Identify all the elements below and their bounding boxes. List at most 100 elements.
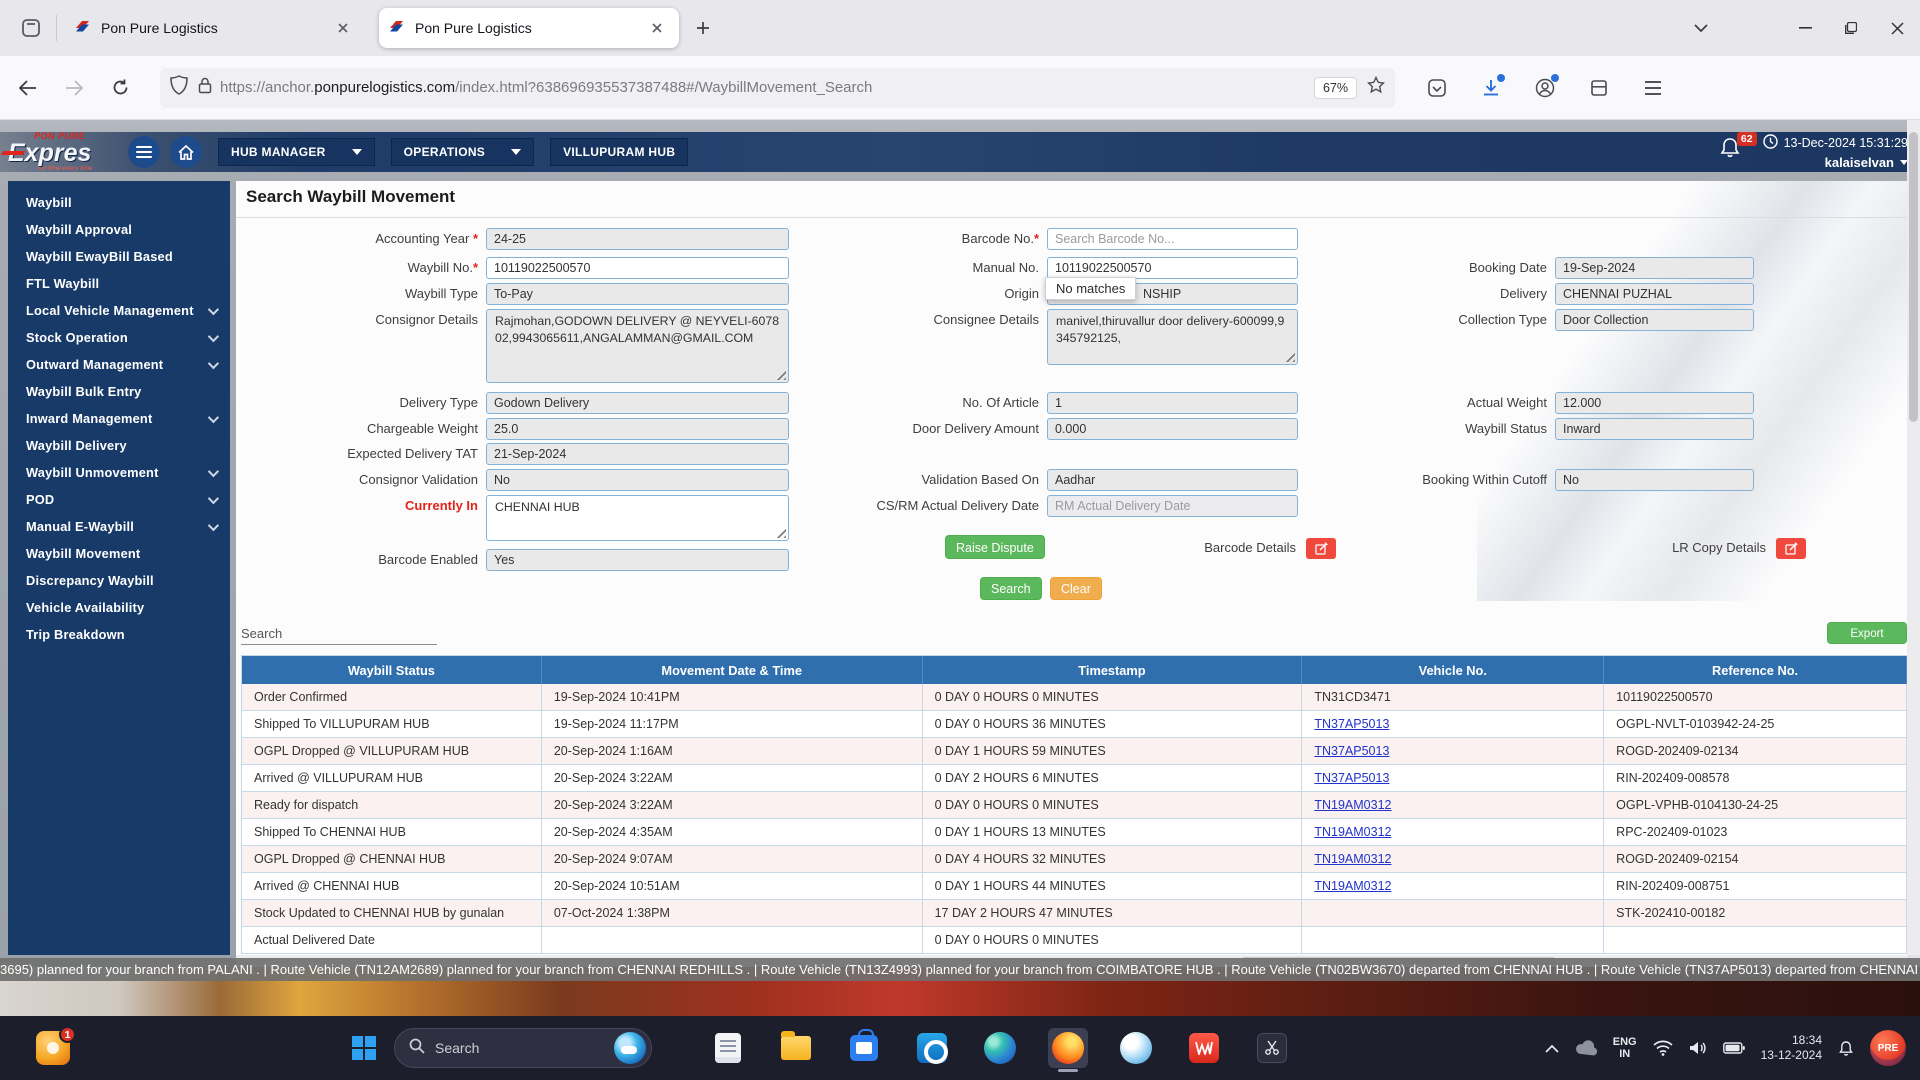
sidebar-item-ftl-waybill[interactable]: FTL Waybill xyxy=(8,270,230,297)
vehicle-link[interactable]: TN37AP5013 xyxy=(1314,771,1389,785)
taskbar-clock[interactable]: 18:3413-12-2024 xyxy=(1761,1033,1822,1063)
lock-icon[interactable] xyxy=(198,76,212,99)
chevron-down-icon[interactable] xyxy=(1684,11,1718,45)
waybill-type-field[interactable]: To-Pay xyxy=(486,283,789,305)
chargeable-weight-field[interactable]: 25.0 xyxy=(486,418,789,440)
resize-grip-icon[interactable] xyxy=(773,367,786,380)
collection-type-field[interactable]: Door Collection xyxy=(1555,309,1754,331)
taskbar-search[interactable]: Search xyxy=(394,1028,652,1068)
tab-1[interactable]: Pon Pure Logistics xyxy=(65,8,365,48)
home-icon[interactable] xyxy=(170,136,202,168)
resize-grip-icon[interactable] xyxy=(773,525,786,538)
resize-grip-icon[interactable] xyxy=(1282,349,1295,362)
raise-dispute-button[interactable]: Raise Dispute xyxy=(945,535,1045,559)
sidebar-item-waybill[interactable]: Waybill xyxy=(8,189,230,216)
sidebar-item-discrepancy-waybill[interactable]: Discrepancy Waybill xyxy=(8,567,230,594)
vertical-scrollbar[interactable] xyxy=(1907,120,1920,955)
waybill-status-field[interactable]: Inward xyxy=(1555,418,1754,440)
module-dropdown[interactable]: OPERATIONS xyxy=(391,138,534,166)
actual-weight-field[interactable]: 12.000 xyxy=(1555,392,1754,414)
account-icon[interactable] xyxy=(1529,72,1561,104)
sidebar-item-local-vehicle-management[interactable]: Local Vehicle Management xyxy=(8,297,230,324)
taskbar-app-file-explorer[interactable] xyxy=(776,1028,816,1068)
sidebar-item-pod[interactable]: POD xyxy=(8,486,230,513)
delivery-field[interactable]: CHENNAI PUZHAL xyxy=(1555,283,1754,305)
sidebar-item-waybill-movement[interactable]: Waybill Movement xyxy=(8,540,230,567)
taskbar-app-browser[interactable] xyxy=(1116,1028,1156,1068)
sidebar-item-trip-breakdown[interactable]: Trip Breakdown xyxy=(8,621,230,648)
clear-button[interactable]: Clear xyxy=(1050,577,1102,600)
sidebar-item-vehicle-availability[interactable]: Vehicle Availability xyxy=(8,594,230,621)
booking-date-field[interactable]: 19-Sep-2024 xyxy=(1555,257,1754,279)
booking-within-cutoff-field[interactable]: No xyxy=(1555,469,1754,491)
download-icon[interactable] xyxy=(1475,72,1507,104)
star-icon[interactable] xyxy=(1367,76,1385,99)
role-dropdown[interactable]: HUB MANAGER xyxy=(218,138,375,166)
pre-status-badge[interactable]: PRE xyxy=(1870,1030,1906,1066)
barcode-no-input[interactable] xyxy=(1047,228,1298,250)
shield-icon[interactable] xyxy=(170,75,188,100)
notifications-bell[interactable]: 62 xyxy=(1719,136,1749,168)
sidebar-item-manual-e-waybill[interactable]: Manual E-Waybill xyxy=(8,513,230,540)
consignee-details-textarea[interactable]: manivel,thiruvallur door delivery-600099… xyxy=(1047,309,1298,365)
delivery-type-field[interactable]: Godown Delivery xyxy=(486,392,789,414)
zoom-indicator[interactable]: 67% xyxy=(1314,77,1357,99)
table-search-input[interactable] xyxy=(241,623,437,645)
taskbar-app-wps[interactable] xyxy=(1184,1028,1224,1068)
chevron-up-icon[interactable] xyxy=(1545,1044,1559,1053)
hamburger-icon[interactable] xyxy=(128,136,160,168)
accounting-year-field[interactable]: 24-25 xyxy=(486,228,789,250)
waybill-no-input[interactable] xyxy=(486,257,789,279)
reload-icon[interactable] xyxy=(102,70,138,106)
csrm-actual-delivery-date-input[interactable] xyxy=(1047,495,1298,517)
sidebar-item-waybill-approval[interactable]: Waybill Approval xyxy=(8,216,230,243)
cloud-icon[interactable] xyxy=(1575,1040,1597,1056)
notification-app-icon[interactable]: 1 xyxy=(36,1031,70,1065)
export-excel-button[interactable]: Export Excel xyxy=(1827,622,1907,644)
search-button[interactable]: Search xyxy=(980,577,1042,600)
forward-icon[interactable] xyxy=(56,70,92,106)
minimize-icon[interactable] xyxy=(1782,8,1828,48)
sidebar-item-stock-operation[interactable]: Stock Operation xyxy=(8,324,230,351)
close-icon[interactable] xyxy=(331,16,355,40)
manual-no-input[interactable] xyxy=(1047,257,1298,279)
validation-based-on-field[interactable]: Aadhar xyxy=(1047,469,1298,491)
vehicle-link[interactable]: TN37AP5013 xyxy=(1314,744,1389,758)
door-delivery-amount-field[interactable]: 0.000 xyxy=(1047,418,1298,440)
extension-icon[interactable] xyxy=(1583,72,1615,104)
vehicle-link[interactable]: TN37AP5013 xyxy=(1314,717,1389,731)
pocket-icon[interactable] xyxy=(1421,72,1453,104)
sidebar-item-waybill-delivery[interactable]: Waybill Delivery xyxy=(8,432,230,459)
taskbar-app-firefox-active[interactable] xyxy=(1048,1028,1088,1068)
vehicle-link[interactable]: TN19AM0312 xyxy=(1314,798,1391,812)
vehicle-link[interactable]: TN19AM0312 xyxy=(1314,825,1391,839)
barcode-enabled-field[interactable]: Yes xyxy=(486,549,789,571)
back-icon[interactable] xyxy=(10,70,46,106)
menu-icon[interactable] xyxy=(1637,72,1669,104)
expected-delivery-tat-field[interactable]: 21-Sep-2024 xyxy=(486,443,789,465)
wifi-icon[interactable] xyxy=(1653,1040,1673,1056)
taskbar-app-snipping-tool[interactable] xyxy=(1252,1028,1292,1068)
sidebar-item-waybill-unmovement[interactable]: Waybill Unmovement xyxy=(8,459,230,486)
sidebar-item-inward-management[interactable]: Inward Management xyxy=(8,405,230,432)
sidebar-item-waybill-bulk-entry[interactable]: Waybill Bulk Entry xyxy=(8,378,230,405)
start-icon[interactable] xyxy=(344,1028,384,1068)
vertical-scrollbar-thumb[interactable] xyxy=(1909,132,1918,422)
barcode-details-edit-icon[interactable] xyxy=(1306,538,1336,559)
bell-icon[interactable] xyxy=(1838,1040,1854,1057)
new-tab-icon[interactable] xyxy=(687,12,719,44)
currently-in-textarea[interactable]: CHENNAI HUB xyxy=(486,495,789,541)
vehicle-link[interactable]: TN19AM0312 xyxy=(1314,879,1391,893)
maximize-icon[interactable] xyxy=(1828,8,1874,48)
firefox-view-icon[interactable] xyxy=(14,11,48,45)
url-text[interactable]: https://anchor.ponpurelogistics.com/inde… xyxy=(220,79,1304,96)
taskbar-app-store[interactable] xyxy=(844,1028,884,1068)
battery-icon[interactable] xyxy=(1723,1042,1745,1054)
consignor-details-textarea[interactable]: Rajmohan,GODOWN DELIVERY @ NEYVELI-60780… xyxy=(486,309,789,383)
consignor-validation-field[interactable]: No xyxy=(486,469,789,491)
volume-icon[interactable] xyxy=(1689,1040,1707,1056)
taskbar-app-edge[interactable] xyxy=(980,1028,1020,1068)
taskbar-app-outlook[interactable] xyxy=(912,1028,952,1068)
taskbar-app-notepad[interactable] xyxy=(708,1028,748,1068)
no-of-article-field[interactable]: 1 xyxy=(1047,392,1298,414)
